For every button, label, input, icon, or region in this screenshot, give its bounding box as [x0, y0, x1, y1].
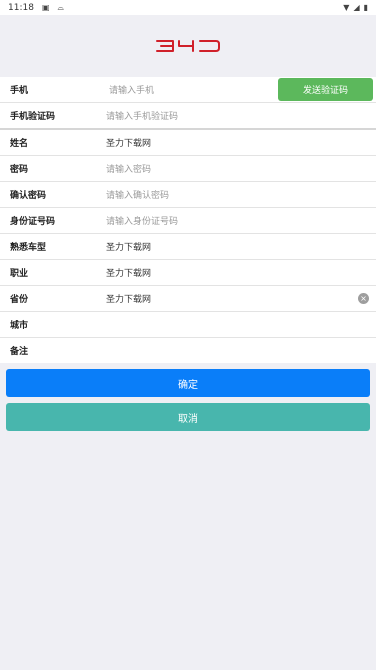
province-label: 省份 — [10, 295, 29, 305]
battery-icon: ▮ — [363, 2, 368, 12]
byd-logo-icon — [156, 40, 220, 52]
city-row: 城市 — [0, 312, 376, 338]
id-number-label: 身份证号码 — [10, 217, 56, 227]
sms-code-label: 手机验证码 — [10, 112, 56, 122]
cancel-button[interactable]: 取消 — [6, 403, 370, 431]
wifi-icon: ▼ — [343, 2, 350, 12]
occupation-input[interactable]: 圣力下载网 — [106, 266, 151, 279]
byd-logo — [156, 39, 220, 53]
send-code-button[interactable]: 发送验证码 — [278, 78, 373, 101]
password-row: 密码 请输入密码 — [0, 156, 376, 182]
occupation-row: 职业 圣力下载网 — [0, 260, 376, 286]
status-bar: 11:18 ▣ ⌓ ▼ ◢ ▮ — [0, 0, 376, 15]
remark-label: 备注 — [10, 347, 29, 357]
confirm-password-row: 确认密码 请输入确认密码 — [0, 182, 376, 208]
name-input[interactable]: 圣力下载网 — [106, 136, 151, 149]
name-label: 姓名 — [10, 139, 29, 149]
confirm-password-input[interactable]: 请输入确认密码 — [106, 188, 169, 201]
province-row: 省份 圣力下载网 × — [0, 286, 376, 312]
id-number-input[interactable]: 请输入身份证号码 — [106, 214, 178, 227]
phone-row: 手机 请输入手机 发送验证码 — [0, 77, 376, 103]
clear-icon[interactable]: × — [358, 293, 369, 304]
action-buttons: 确定 取消 — [6, 369, 370, 431]
confirm-button[interactable]: 确定 — [6, 369, 370, 397]
phone-input[interactable]: 请输入手机 — [109, 83, 154, 96]
car-model-label: 熟悉车型 — [10, 243, 47, 253]
status-right: ▼ ◢ ▮ — [343, 2, 368, 12]
registration-form: 手机 请输入手机 发送验证码 手机验证码 请输入手机验证码 姓名 圣力下载网 密… — [0, 77, 376, 363]
sms-code-row: 手机验证码 请输入手机验证码 — [0, 103, 376, 130]
password-label: 密码 — [10, 165, 29, 175]
phone-label: 手机 — [10, 86, 29, 96]
sms-code-input[interactable]: 请输入手机验证码 — [106, 109, 178, 122]
signal-icon: ◢ — [353, 2, 360, 12]
password-input[interactable]: 请输入密码 — [106, 162, 151, 175]
province-input[interactable]: 圣力下载网 — [106, 292, 151, 305]
car-model-row: 熟悉车型 圣力下载网 — [0, 234, 376, 260]
notification-icon: ▣ — [41, 2, 50, 12]
status-left: 11:18 ▣ ⌓ — [8, 3, 64, 13]
remark-row: 备注 — [0, 338, 376, 363]
logo-area — [0, 15, 376, 77]
name-row: 姓名 圣力下载网 — [0, 130, 376, 156]
confirm-password-label: 确认密码 — [10, 191, 47, 201]
city-label: 城市 — [10, 321, 29, 331]
id-number-row: 身份证号码 请输入身份证号码 — [0, 208, 376, 234]
occupation-label: 职业 — [10, 269, 29, 279]
car-model-input[interactable]: 圣力下载网 — [106, 240, 151, 253]
vpn-icon: ⌓ — [57, 2, 64, 12]
status-time: 11:18 — [8, 2, 34, 13]
